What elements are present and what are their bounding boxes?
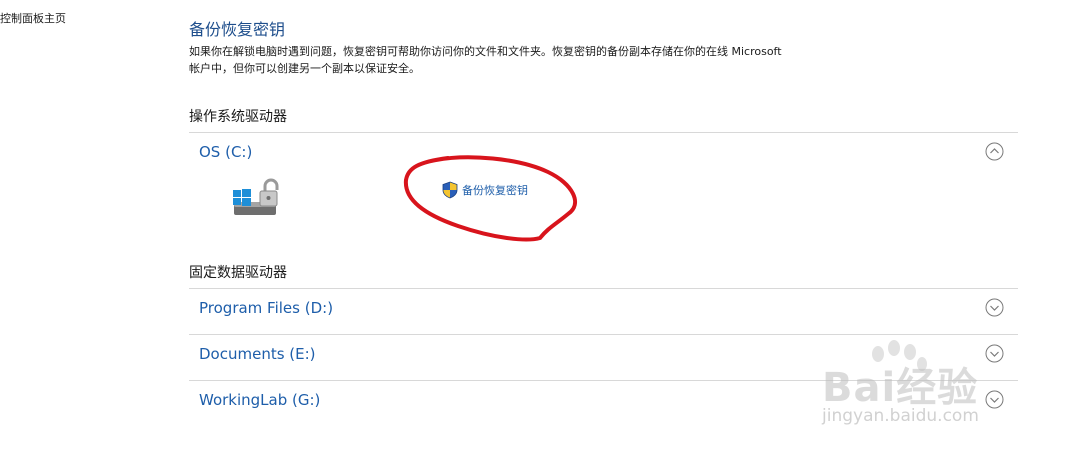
chevron-down-icon[interactable]	[985, 390, 1004, 409]
page-description: 如果你在解锁电脑时遇到问题，恢复密钥可帮助你访问你的文件和文件夹。恢复密钥的备份…	[189, 45, 782, 75]
drive-name: WorkingLab (G:)	[199, 391, 321, 409]
control-panel-home-link[interactable]: 控制面板主页	[0, 12, 66, 25]
drive-row-program-files-d[interactable]: Program Files (D:)	[189, 288, 1018, 334]
backup-link-label: 备份恢复密钥	[462, 184, 528, 197]
fixed-drive-heading: 固定数据驱动器	[189, 265, 287, 281]
drive-name: OS (C:)	[199, 143, 253, 161]
uac-shield-icon	[442, 181, 458, 199]
watermark-brand: Bai经验	[822, 365, 979, 411]
chevron-down-icon[interactable]	[985, 298, 1004, 317]
drive-name: Program Files (D:)	[199, 299, 334, 317]
bitlocker-page: 控制面板主页 备份恢复密钥 如果你在解锁电脑时遇到问题，恢复密钥可帮助你访问你的…	[0, 0, 1069, 455]
backup-recovery-key-link[interactable]: 备份恢复密钥	[442, 181, 528, 199]
page-title: 备份恢复密钥	[189, 20, 286, 39]
watermark-url: jingyan.baidu.com	[822, 406, 979, 426]
chevron-up-icon[interactable]	[985, 142, 1004, 161]
chevron-down-icon[interactable]	[985, 344, 1004, 363]
drive-name: Documents (E:)	[199, 345, 316, 363]
drive-row-os-c[interactable]: OS (C:)	[189, 132, 1018, 253]
left-nav: 控制面板主页	[0, 10, 66, 26]
bitlocker-drive-icon	[233, 178, 279, 215]
os-drive-heading: 操作系统驱动器	[189, 109, 287, 125]
